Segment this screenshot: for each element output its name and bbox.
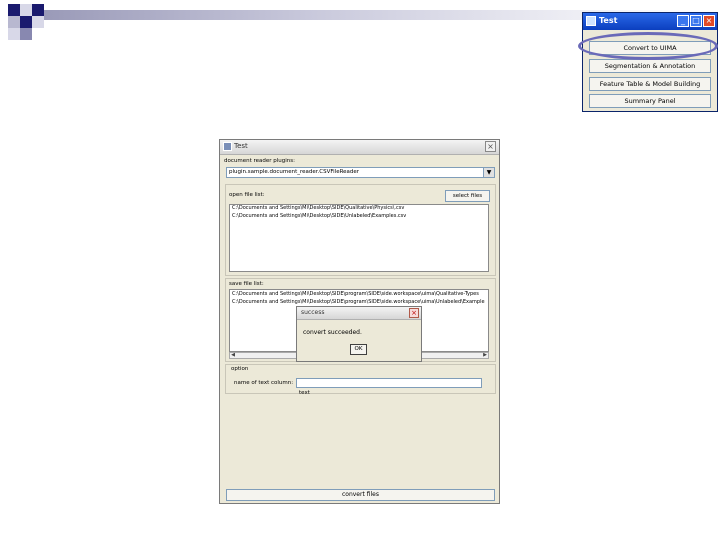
deco-square-mid-2: [20, 28, 32, 40]
list-item[interactable]: C:\Documents and Settings\Mi\Desktop\SID…: [232, 205, 404, 211]
highlight-oval: [578, 32, 718, 60]
app-icon: [223, 142, 232, 151]
reader-plugins-label: document reader plugins:: [224, 158, 296, 164]
close-icon[interactable]: ×: [703, 15, 715, 27]
feature-table-model-button[interactable]: Feature Table & Model Building: [589, 77, 711, 91]
launcher-titlebar: Test _ □ ×: [583, 13, 717, 30]
reader-plugin-value: plugin.sample.document_reader.CSVFileRea…: [229, 169, 360, 175]
open-file-list-label: open file list:: [229, 192, 265, 198]
maximize-icon[interactable]: □: [690, 15, 702, 27]
list-item[interactable]: C:\Documents and Settings\Mi\Desktop\SID…: [232, 291, 479, 297]
minimize-icon[interactable]: _: [677, 15, 689, 27]
close-icon[interactable]: ×: [485, 141, 496, 152]
deco-square-mid-1: [8, 16, 20, 28]
launcher-title: Test: [599, 16, 618, 25]
dialog-title: success: [301, 309, 325, 316]
dialog-titlebar: success ×: [297, 307, 421, 320]
text-column-input[interactable]: [297, 389, 479, 397]
save-file-list-label: save file list:: [229, 281, 264, 287]
open-file-list[interactable]: C:\Documents and Settings\Mi\Desktop\SID…: [229, 204, 489, 272]
text-column-field-box[interactable]: [296, 378, 482, 397]
deco-square-dark-2: [32, 4, 44, 16]
chevron-down-icon[interactable]: ▼: [483, 168, 494, 177]
option-label: option: [231, 366, 249, 372]
launcher-window: Test _ □ × Convert to UIMA Segmentation …: [582, 12, 718, 112]
select-files-button[interactable]: select files: [445, 190, 490, 202]
window-titlebar: Test ×: [220, 140, 499, 155]
segmentation-annotation-button[interactable]: Segmentation & Annotation: [589, 59, 711, 73]
deco-square-dark-1: [8, 4, 20, 16]
text-column-label: name of text column:: [234, 380, 294, 386]
window-title: Test: [234, 142, 248, 150]
deco-square-light-1: [20, 4, 32, 16]
ok-button[interactable]: OK: [350, 344, 367, 355]
dialog-message: convert succeeded.: [303, 329, 362, 336]
reader-plugin-select[interactable]: plugin.sample.document_reader.CSVFileRea…: [226, 167, 495, 178]
summary-panel-button[interactable]: Summary Panel: [589, 94, 711, 108]
list-item[interactable]: C:\Documents and Settings\Mi\Desktop\SID…: [232, 299, 485, 305]
list-item[interactable]: C:\Documents and Settings\Mi\Desktop\SID…: [232, 213, 406, 219]
deco-square-dark-3: [20, 16, 32, 28]
scroll-right-icon[interactable]: ▶: [482, 353, 488, 358]
deco-square-light-2: [32, 16, 44, 28]
app-icon: [586, 16, 596, 26]
success-dialog: success × convert succeeded. OK: [296, 306, 422, 362]
scroll-left-icon[interactable]: ◀: [230, 353, 236, 358]
close-icon[interactable]: ×: [409, 308, 419, 318]
convert-files-button[interactable]: convert files: [226, 489, 495, 501]
deco-square-light-3: [8, 28, 20, 40]
